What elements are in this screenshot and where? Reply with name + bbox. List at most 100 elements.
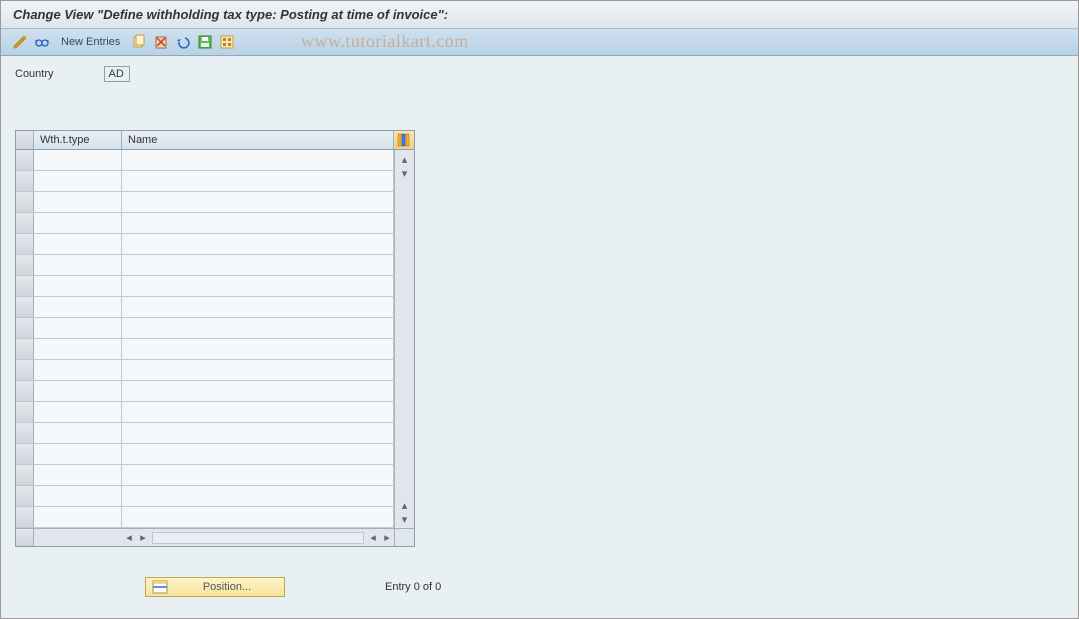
cell-name[interactable]	[122, 360, 394, 380]
cell-name[interactable]	[122, 297, 394, 317]
table-row	[16, 297, 394, 318]
scroll-right-small-icon[interactable]: ▸	[136, 531, 150, 545]
scroll-left-end-icon[interactable]: ◂	[366, 531, 380, 545]
row-selector[interactable]	[16, 507, 34, 527]
row-selector[interactable]	[16, 318, 34, 338]
page-title: Change View "Define withholding tax type…	[1, 1, 1078, 29]
cell-wth-type[interactable]	[34, 318, 122, 338]
undo-icon[interactable]	[174, 33, 192, 51]
cell-name[interactable]	[122, 171, 394, 191]
row-selector[interactable]	[16, 276, 34, 296]
cell-name[interactable]	[122, 150, 394, 170]
cell-wth-type[interactable]	[34, 381, 122, 401]
row-selector[interactable]	[16, 486, 34, 506]
position-icon	[152, 580, 168, 594]
vertical-scrollbar[interactable]: ▴ ▾ ▴ ▾	[394, 150, 414, 528]
row-selector[interactable]	[16, 234, 34, 254]
row-selector[interactable]	[16, 402, 34, 422]
cell-name[interactable]	[122, 381, 394, 401]
column-header-wth-type[interactable]: Wth.t.type	[34, 131, 122, 149]
content-area: Country AD Wth.t.type Name ▴ ▾ ▴ ▾	[1, 56, 1078, 607]
watermark: www.tutorialkart.com	[301, 31, 469, 52]
cell-name[interactable]	[122, 276, 394, 296]
new-entries-button[interactable]: New Entries	[55, 36, 126, 48]
cell-wth-type[interactable]	[34, 339, 122, 359]
cell-wth-type[interactable]	[34, 444, 122, 464]
change-icon[interactable]	[11, 33, 29, 51]
table-row	[16, 465, 394, 486]
row-selector[interactable]	[16, 255, 34, 275]
save-icon[interactable]	[196, 33, 214, 51]
column-header-name[interactable]: Name	[122, 131, 394, 149]
table-row	[16, 339, 394, 360]
tax-type-table: Wth.t.type Name ▴ ▾ ▴ ▾ ◂ ▸	[15, 130, 415, 547]
row-selector[interactable]	[16, 213, 34, 233]
country-value: AD	[104, 66, 130, 82]
row-selector[interactable]	[16, 444, 34, 464]
row-selector[interactable]	[16, 423, 34, 443]
cell-name[interactable]	[122, 423, 394, 443]
cell-wth-type[interactable]	[34, 150, 122, 170]
cell-name[interactable]	[122, 444, 394, 464]
scroll-up-icon[interactable]: ▴	[398, 152, 412, 166]
cell-name[interactable]	[122, 234, 394, 254]
table-header: Wth.t.type Name	[16, 131, 414, 150]
cell-name[interactable]	[122, 318, 394, 338]
position-button-label: Position...	[176, 581, 278, 593]
cell-name[interactable]	[122, 339, 394, 359]
cell-wth-type[interactable]	[34, 192, 122, 212]
table-row	[16, 192, 394, 213]
cell-name[interactable]	[122, 255, 394, 275]
cell-wth-type[interactable]	[34, 465, 122, 485]
cell-wth-type[interactable]	[34, 297, 122, 317]
table-row	[16, 360, 394, 381]
cell-wth-type[interactable]	[34, 234, 122, 254]
cell-name[interactable]	[122, 192, 394, 212]
row-selector[interactable]	[16, 150, 34, 170]
horizontal-scrollbar[interactable]: ◂ ▸ ◂ ▸	[16, 528, 414, 546]
cell-name[interactable]	[122, 507, 394, 527]
cell-wth-type[interactable]	[34, 276, 122, 296]
row-selector[interactable]	[16, 171, 34, 191]
row-selector[interactable]	[16, 297, 34, 317]
table-row	[16, 381, 394, 402]
cell-wth-type[interactable]	[34, 402, 122, 422]
row-selector[interactable]	[16, 339, 34, 359]
table-row	[16, 150, 394, 171]
scroll-left-icon[interactable]: ◂	[122, 531, 136, 545]
cell-wth-type[interactable]	[34, 486, 122, 506]
position-button[interactable]: Position...	[145, 577, 285, 597]
cell-wth-type[interactable]	[34, 171, 122, 191]
row-selector[interactable]	[16, 360, 34, 380]
table-row	[16, 423, 394, 444]
cell-name[interactable]	[122, 486, 394, 506]
select-all-header[interactable]	[16, 131, 34, 149]
row-selector[interactable]	[16, 465, 34, 485]
cell-name[interactable]	[122, 213, 394, 233]
scroll-up-bottom-icon[interactable]: ▴	[398, 498, 412, 512]
cell-wth-type[interactable]	[34, 360, 122, 380]
cell-wth-type[interactable]	[34, 507, 122, 527]
configure-columns-icon[interactable]	[394, 131, 414, 149]
cell-wth-type[interactable]	[34, 255, 122, 275]
row-selector[interactable]	[16, 381, 34, 401]
row-selector[interactable]	[16, 192, 34, 212]
hscroll-track[interactable]	[152, 532, 364, 544]
table-row	[16, 213, 394, 234]
cell-wth-type[interactable]	[34, 213, 122, 233]
glasses-icon[interactable]	[33, 33, 51, 51]
scroll-down-small-icon[interactable]: ▾	[398, 166, 412, 180]
scroll-right-icon[interactable]: ▸	[380, 531, 394, 545]
select-all-icon[interactable]	[218, 33, 236, 51]
cell-name[interactable]	[122, 465, 394, 485]
scroll-down-icon[interactable]: ▾	[398, 512, 412, 526]
table-row	[16, 276, 394, 297]
table-row	[16, 171, 394, 192]
table-row	[16, 507, 394, 528]
cell-name[interactable]	[122, 402, 394, 422]
table-row	[16, 402, 394, 423]
table-row	[16, 486, 394, 507]
cell-wth-type[interactable]	[34, 423, 122, 443]
delete-icon[interactable]	[152, 33, 170, 51]
copy-icon[interactable]	[130, 33, 148, 51]
